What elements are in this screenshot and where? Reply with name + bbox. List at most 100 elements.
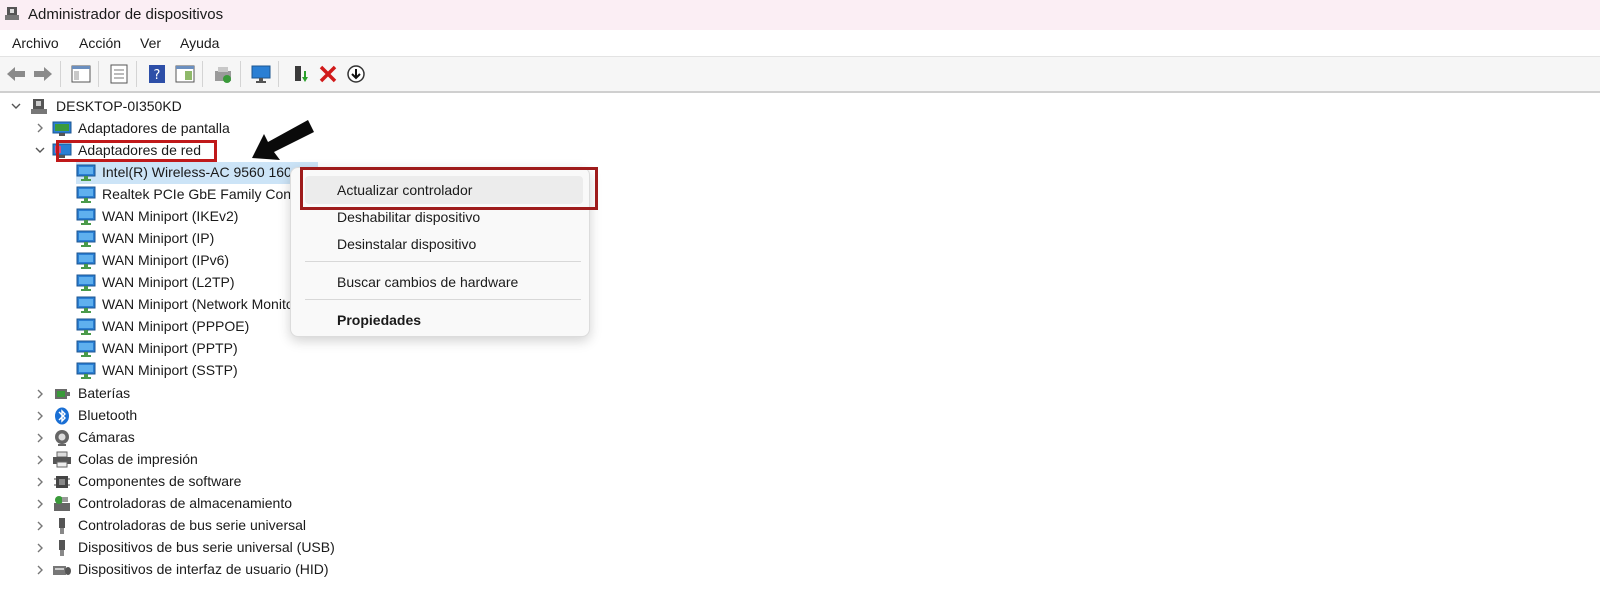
tree-device-label: WAN Miniport (L2TP): [102, 274, 235, 290]
menu-bar: Archivo Acción Ver Ayuda: [0, 30, 1600, 57]
tree-category[interactable]: Dispositivos de bus serie universal (USB…: [0, 537, 400, 559]
tree-category-label: Dispositivos de interfaz de usuario (HID…: [78, 561, 329, 577]
monitor-icon[interactable]: [250, 63, 272, 85]
toolbar-separator: [240, 61, 241, 87]
tree-category[interactable]: Cámaras: [0, 427, 400, 449]
display-adapter-icon: [52, 121, 72, 136]
tree-category[interactable]: Colas de impresión: [0, 449, 400, 471]
tree-device-label: WAN Miniport (IKEv2): [102, 208, 239, 224]
tree-device-label: Intel(R) Wireless-AC 9560 160MHz: [102, 164, 290, 180]
update-driver-icon[interactable]: [290, 63, 312, 85]
menu-item-label: Desinstalar dispositivo: [337, 236, 477, 252]
menu-accion[interactable]: Acción: [79, 35, 121, 51]
tree-device-label: WAN Miniport (Network Monitor): [102, 296, 290, 312]
chevron-right-icon[interactable]: [34, 122, 46, 134]
tree-device-label: WAN Miniport (SSTP): [102, 362, 238, 378]
tree-category-label: Adaptadores de pantalla: [78, 120, 230, 136]
tree-category[interactable]: Baterías: [0, 383, 400, 405]
tree-category-label: Controladoras de bus serie universal: [78, 517, 307, 533]
tree-device-label: WAN Miniport (IP): [102, 230, 215, 246]
printer-icon: [52, 451, 72, 469]
menu-separator: [305, 299, 581, 300]
tree-device[interactable]: WAN Miniport (IPv6): [0, 250, 320, 272]
tree-device[interactable]: WAN Miniport (PPTP): [0, 338, 320, 360]
tree-device-label: WAN Miniport (IPv6): [102, 252, 230, 268]
chevron-right-icon[interactable]: [34, 519, 46, 531]
network-adapter-icon: [76, 208, 96, 226]
chevron-down-icon[interactable]: [34, 144, 46, 156]
tree-device-label: Realtek PCIe GbE Family Controller: [102, 186, 290, 202]
tree-category[interactable]: Adaptadores de pantalla: [0, 118, 400, 140]
chevron-down-icon[interactable]: [10, 100, 22, 112]
menu-item-label: Propiedades: [337, 312, 422, 328]
chevron-right-icon[interactable]: [34, 563, 46, 575]
tree-device[interactable]: WAN Miniport (L2TP): [0, 272, 320, 294]
tree-category-label: Colas de impresión: [78, 451, 198, 467]
help-icon[interactable]: ?: [146, 63, 168, 85]
tree-device[interactable]: WAN Miniport (SSTP): [0, 360, 320, 382]
menu-scan-hardware[interactable]: Buscar cambios de hardware: [291, 269, 589, 295]
chevron-right-icon[interactable]: [34, 453, 46, 465]
menu-separator: [305, 261, 581, 262]
tree-device[interactable]: WAN Miniport (IP): [0, 228, 320, 250]
network-adapter-icon: [76, 340, 96, 358]
network-adapter-icon: [76, 274, 96, 292]
title-bar: Administrador de dispositivos: [0, 0, 1600, 30]
network-adapter-icon: [76, 252, 96, 270]
view-icon[interactable]: [174, 63, 196, 85]
toolbar: ?: [0, 57, 1600, 93]
properties-icon[interactable]: [108, 63, 130, 85]
network-adapter-icon: [76, 230, 96, 248]
menu-ayuda[interactable]: Ayuda: [180, 35, 219, 51]
tree-category[interactable]: Controladoras de almacenamiento: [0, 493, 400, 515]
scan-hardware-icon[interactable]: [212, 63, 234, 85]
usb-controller-icon: [52, 517, 72, 535]
camera-icon: [52, 429, 72, 447]
disable-icon[interactable]: [345, 63, 367, 85]
network-adapter-icon: [76, 164, 96, 182]
toolbar-separator: [278, 61, 279, 87]
toolbar-separator: [136, 61, 137, 87]
chevron-right-icon[interactable]: [34, 409, 46, 421]
tree-category[interactable]: Componentes de software: [0, 471, 400, 493]
tree-device[interactable]: WAN Miniport (Network Monitor): [0, 294, 320, 316]
device-manager-icon: [5, 7, 19, 20]
tree-category[interactable]: Bluetooth: [0, 405, 400, 427]
svg-text:?: ?: [154, 68, 161, 83]
menu-uninstall-device[interactable]: Desinstalar dispositivo: [291, 231, 589, 257]
hid-icon: [52, 561, 72, 579]
tree-device[interactable]: Realtek PCIe GbE Family Controller: [0, 184, 320, 206]
tree-device-label: WAN Miniport (PPTP): [102, 340, 238, 356]
chevron-right-icon[interactable]: [34, 541, 46, 553]
chevron-right-icon[interactable]: [34, 497, 46, 509]
menu-properties[interactable]: Propiedades: [291, 307, 589, 333]
tree-category-label: Cámaras: [78, 429, 135, 445]
show-hide-tree-icon[interactable]: [70, 63, 92, 85]
tree-category-label: Dispositivos de bus serie universal (USB…: [78, 539, 335, 555]
tree-root-label: DESKTOP-0I350KD: [56, 98, 182, 114]
window-title: Administrador de dispositivos: [28, 6, 224, 23]
tree-category-label: Baterías: [78, 385, 131, 401]
uninstall-icon[interactable]: [317, 63, 339, 85]
menu-ver[interactable]: Ver: [140, 35, 161, 51]
network-adapter-icon: [76, 186, 96, 204]
tree-category[interactable]: Controladoras de bus serie universal: [0, 515, 400, 537]
network-adapter-icon: [76, 318, 96, 336]
storage-controller-icon: [52, 495, 72, 513]
chevron-right-icon[interactable]: [34, 475, 46, 487]
chevron-right-icon[interactable]: [34, 387, 46, 399]
battery-icon: [52, 385, 72, 403]
tree-device[interactable]: WAN Miniport (IKEv2): [0, 206, 320, 228]
tree-root[interactable]: DESKTOP-0I350KD: [0, 96, 400, 118]
forward-arrow-icon[interactable]: [32, 63, 54, 85]
tree-category-label: Componentes de software: [78, 473, 242, 489]
menu-archivo[interactable]: Archivo: [12, 35, 59, 51]
tree-device[interactable]: WAN Miniport (PPPOE): [0, 316, 320, 338]
software-component-icon: [52, 473, 72, 491]
tree-category[interactable]: Dispositivos de interfaz de usuario (HID…: [0, 559, 400, 581]
network-adapter-icon: [76, 296, 96, 314]
chevron-right-icon[interactable]: [34, 431, 46, 443]
pointer-arrow-icon: [252, 120, 314, 160]
menu-item-label: Deshabilitar dispositivo: [337, 209, 481, 225]
back-arrow-icon[interactable]: [5, 63, 27, 85]
